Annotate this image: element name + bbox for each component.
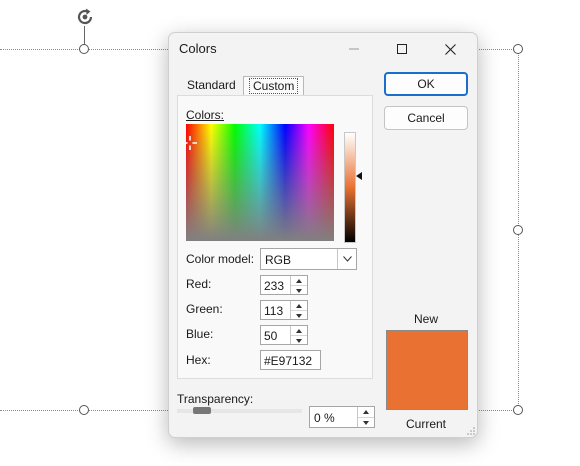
transparency-label: Transparency:	[177, 392, 254, 406]
tab-standard[interactable]: Standard	[182, 76, 241, 94]
current-color-label: Current	[406, 417, 447, 431]
blue-spinner[interactable]	[290, 326, 307, 344]
color-model-select[interactable]: RGB	[260, 248, 357, 270]
dialog-title: Colors	[179, 41, 217, 56]
luminance-arrow-icon[interactable]	[356, 172, 362, 180]
green-down[interactable]	[291, 310, 307, 320]
red-input[interactable]: 233	[260, 275, 308, 295]
color-spectrum[interactable]	[186, 124, 334, 241]
chevron-down-icon[interactable]	[337, 249, 356, 269]
blue-input[interactable]: 50	[260, 325, 308, 345]
ok-button[interactable]: OK	[384, 72, 468, 96]
hex-input[interactable]: #E97132	[260, 350, 321, 370]
luminance-slider[interactable]	[344, 132, 356, 243]
resize-handle-bottom-left[interactable]	[79, 405, 89, 415]
green-label: Green:	[186, 302, 223, 316]
blue-down[interactable]	[291, 335, 307, 345]
close-icon	[444, 43, 456, 55]
transparency-slider-thumb[interactable]	[193, 407, 211, 414]
resize-handle-bottom-right[interactable]	[513, 405, 523, 415]
tab-custom[interactable]: Custom	[243, 76, 305, 95]
blue-value: 50	[264, 329, 278, 343]
green-input[interactable]: 113	[260, 300, 308, 320]
red-up[interactable]	[291, 276, 307, 285]
hex-value: #E97132	[264, 354, 313, 368]
colors-dialog: Colors Standard Custom Colors: Color mod…	[168, 32, 478, 438]
minimize-button[interactable]	[337, 36, 371, 62]
transparency-value: 0 %	[314, 411, 335, 425]
selection-border-top-right	[476, 49, 518, 50]
resize-handle-top-left[interactable]	[79, 44, 89, 54]
red-label: Red:	[186, 277, 212, 291]
hex-label: Hex:	[186, 353, 211, 367]
maximize-button[interactable]	[385, 36, 419, 62]
minimize-icon	[349, 48, 359, 50]
transparency-up[interactable]	[358, 407, 374, 417]
green-up[interactable]	[291, 301, 307, 310]
red-value: 233	[264, 279, 285, 293]
resize-handle-middle-right[interactable]	[513, 225, 523, 235]
colors-label: Colors:	[186, 108, 224, 122]
new-color-swatch	[386, 330, 468, 410]
resize-grip-icon[interactable]	[467, 427, 475, 435]
new-color-label: New	[414, 312, 439, 326]
transparency-input[interactable]: 0 %	[309, 406, 375, 428]
colors-label-text: Colors:	[186, 108, 225, 122]
rotate-handle-icon[interactable]	[72, 4, 98, 30]
maximize-icon	[397, 44, 407, 54]
transparency-down[interactable]	[358, 417, 374, 428]
green-spinner[interactable]	[290, 301, 307, 319]
dialog-titlebar[interactable]: Colors	[169, 33, 477, 65]
color-model-value: RGB	[265, 253, 292, 267]
color-model-label: Color model:	[186, 252, 255, 266]
close-button[interactable]	[433, 36, 467, 62]
tab-custom-label: Custom	[249, 78, 299, 94]
green-value: 113	[264, 304, 284, 318]
blue-up[interactable]	[291, 326, 307, 335]
red-spinner[interactable]	[290, 276, 307, 294]
cancel-button[interactable]: Cancel	[384, 106, 468, 130]
crosshair-icon	[183, 136, 197, 150]
red-down[interactable]	[291, 285, 307, 295]
resize-handle-top-right[interactable]	[513, 44, 523, 54]
transparency-spinner[interactable]	[357, 407, 374, 427]
selection-border-bottom-right	[476, 410, 518, 411]
blue-label: Blue:	[186, 327, 214, 341]
